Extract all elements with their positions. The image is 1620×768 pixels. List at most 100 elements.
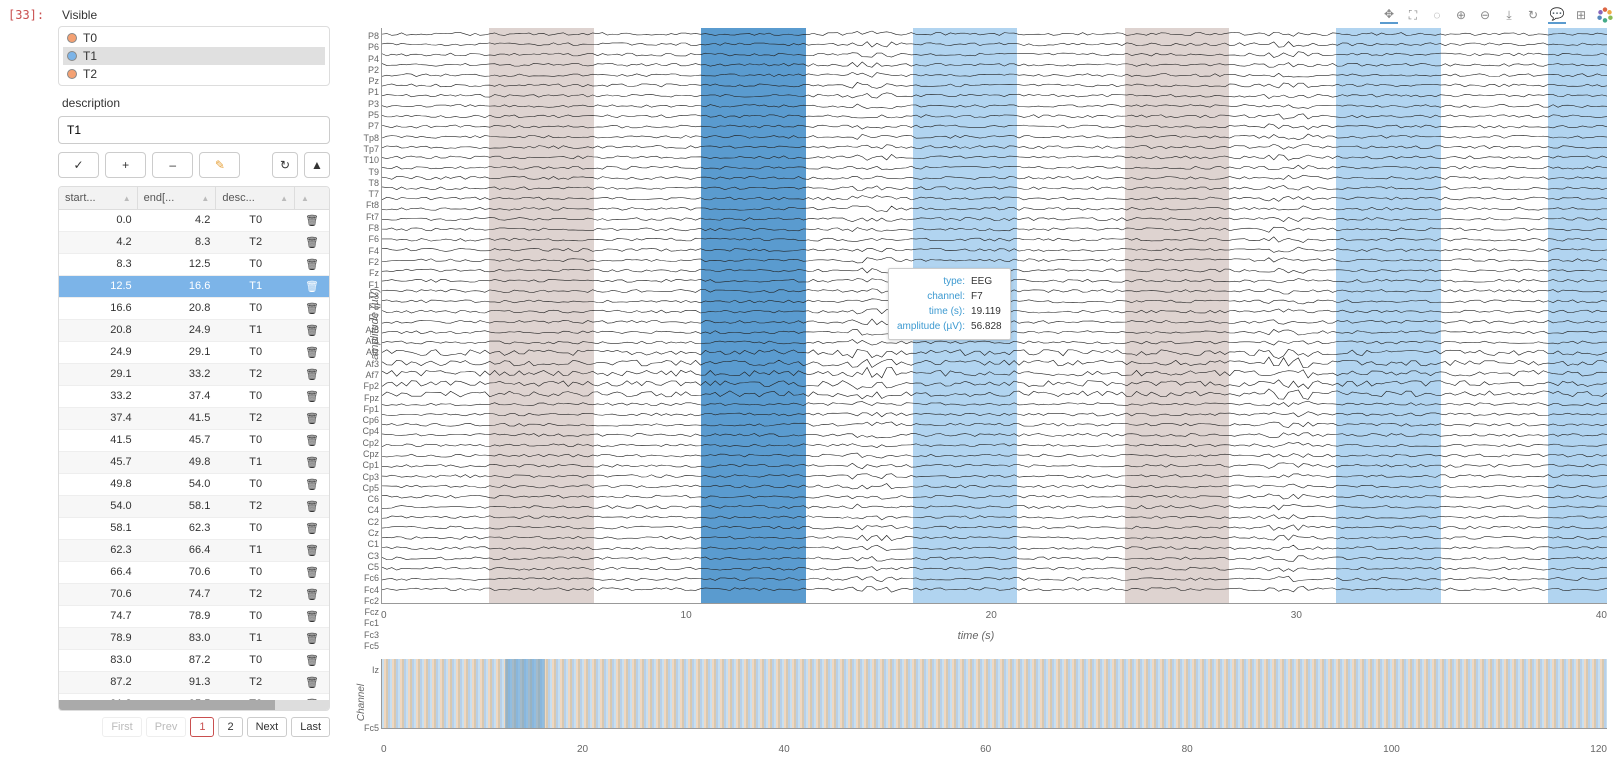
table-cell: 62.3 (138, 518, 217, 539)
legend-item-T1[interactable]: T1 (63, 47, 325, 65)
table-row[interactable]: 8.312.5T0🗑 (59, 254, 329, 276)
delete-icon[interactable]: 🗑 (295, 584, 329, 605)
table-cell: T0 (216, 606, 295, 627)
delete-icon[interactable]: 🗑 (295, 540, 329, 561)
table-row[interactable]: 20.824.9T1🗑 (59, 320, 329, 342)
edit-button[interactable]: ✎ (199, 152, 240, 178)
table-cell: 24.9 (59, 342, 138, 363)
table-row[interactable]: 78.983.0T1🗑 (59, 628, 329, 650)
delete-icon[interactable]: 🗑 (295, 232, 329, 253)
table-row[interactable]: 16.620.8T0🗑 (59, 298, 329, 320)
zoom-out-icon[interactable]: ⊖ (1476, 6, 1494, 24)
table-cell: 41.5 (59, 430, 138, 451)
table-row[interactable]: 54.058.1T2🗑 (59, 496, 329, 518)
table-row[interactable]: 33.237.4T0🗑 (59, 386, 329, 408)
crosshair-icon[interactable]: ⊞ (1572, 6, 1590, 24)
channel-label: Cp1 (345, 461, 379, 472)
pager-1[interactable]: 1 (190, 717, 214, 737)
delete-icon[interactable]: 🗑 (295, 628, 329, 649)
overview-area[interactable] (381, 659, 1607, 729)
delete-icon[interactable]: 🗑 (295, 496, 329, 517)
table-cell: 29.1 (59, 364, 138, 385)
table-cell: T2 (216, 408, 295, 429)
legend-item-T2[interactable]: T2 (63, 65, 325, 83)
delete-icon[interactable]: 🗑 (295, 210, 329, 231)
table-row[interactable]: 41.545.7T0🗑 (59, 430, 329, 452)
ov-x-tick: 0 (381, 744, 387, 758)
delete-icon[interactable]: 🗑 (295, 606, 329, 627)
rotate-button[interactable]: ↻ (272, 152, 298, 178)
table-cell: 16.6 (138, 276, 217, 297)
delete-icon[interactable]: 🗑 (295, 276, 329, 297)
table-row[interactable]: 58.162.3T0🗑 (59, 518, 329, 540)
col-end[interactable]: end[...▲ (138, 187, 217, 209)
pan-icon[interactable]: ✥ (1380, 6, 1398, 24)
y-axis-labels: P8P6P4P2PzP1P3P5P7Tp8Tp7T10T9T8T7Ft8Ft7F… (345, 32, 379, 602)
table-row[interactable]: 87.291.3T2🗑 (59, 672, 329, 694)
pager-2[interactable]: 2 (218, 717, 242, 737)
remove-button[interactable]: – (152, 152, 193, 178)
delete-icon[interactable]: 🗑 (295, 518, 329, 539)
overview-selection[interactable] (505, 659, 545, 728)
save-icon[interactable]: ⤓ (1500, 6, 1518, 24)
delete-icon[interactable]: 🗑 (295, 452, 329, 473)
table-row[interactable]: 83.087.2T0🗑 (59, 650, 329, 672)
table-row[interactable]: 37.441.5T2🗑 (59, 408, 329, 430)
table-row[interactable]: 62.366.4T1🗑 (59, 540, 329, 562)
main-plot[interactable]: amplitude (µV) P8P6P4P2PzP1P3P5P7Tp8Tp7T… (345, 28, 1607, 638)
scroll-thumb[interactable] (59, 700, 275, 710)
confirm-button[interactable]: ✓ (58, 152, 99, 178)
delete-icon[interactable]: 🗑 (295, 650, 329, 671)
table-row[interactable]: 49.854.0T0🗑 (59, 474, 329, 496)
table-row[interactable]: 4.28.3T2🗑 (59, 232, 329, 254)
legend-label: T2 (83, 67, 97, 81)
channel-label: P6 (345, 43, 379, 54)
delete-icon[interactable]: 🗑 (295, 342, 329, 363)
table-row[interactable]: 74.778.9T0🗑 (59, 606, 329, 628)
table-row[interactable]: 66.470.6T0🗑 (59, 562, 329, 584)
bokeh-logo-icon[interactable] (1596, 6, 1614, 24)
pager-last[interactable]: Last (291, 717, 330, 737)
overview-plot[interactable]: Channel Iz Fc5 020406080100120 (345, 655, 1607, 760)
delete-icon[interactable]: 🗑 (295, 474, 329, 495)
add-button[interactable]: + (105, 152, 146, 178)
box-zoom-icon[interactable]: ⛶ (1404, 6, 1422, 24)
delete-icon[interactable]: 🗑 (295, 430, 329, 451)
table-cell: 45.7 (138, 430, 217, 451)
delete-icon[interactable]: 🗑 (295, 298, 329, 319)
table-row[interactable]: 29.133.2T2🗑 (59, 364, 329, 386)
legend-item-T0[interactable]: T0 (63, 29, 325, 47)
pager-first[interactable]: First (102, 717, 141, 737)
button-row: ✓ + – ✎ ↻ ▲ (58, 152, 330, 178)
plot-toolbar: ✥ ⛶ ◌ ⊕ ⊖ ⤓ ↻ 💬 ⊞ (1380, 6, 1614, 24)
sort-icon: ▲ (123, 194, 131, 203)
channel-label: Fc6 (345, 574, 379, 585)
table-cell: T1 (216, 540, 295, 561)
col-desc[interactable]: desc...▲ (216, 187, 295, 209)
table-scrollbar[interactable] (59, 700, 329, 710)
hover-icon[interactable]: 💬 (1548, 6, 1566, 24)
delete-icon[interactable]: 🗑 (295, 364, 329, 385)
delete-icon[interactable]: 🗑 (295, 672, 329, 693)
delete-icon[interactable]: 🗑 (295, 386, 329, 407)
delete-icon[interactable]: 🗑 (295, 408, 329, 429)
table-row[interactable]: 0.04.2T0🗑 (59, 210, 329, 232)
plot-area[interactable]: type:EEG channel:F7 time (s):19.119 ampl… (381, 28, 1607, 604)
pager-next[interactable]: Next (247, 717, 288, 737)
pager-prev[interactable]: Prev (146, 717, 187, 737)
lasso-icon[interactable]: ◌ (1428, 6, 1446, 24)
delete-icon[interactable]: 🗑 (295, 562, 329, 583)
col-start[interactable]: start...▲ (59, 187, 138, 209)
table-row[interactable]: 24.929.1T0🗑 (59, 342, 329, 364)
description-input[interactable] (58, 116, 330, 144)
sort-icon: ▲ (201, 194, 209, 203)
table-row[interactable]: 12.516.6T1🗑 (59, 276, 329, 298)
table-row[interactable]: 70.674.7T2🗑 (59, 584, 329, 606)
delete-icon[interactable]: 🗑 (295, 320, 329, 341)
reset-icon[interactable]: ↻ (1524, 6, 1542, 24)
zoom-in-icon[interactable]: ⊕ (1452, 6, 1470, 24)
up-button[interactable]: ▲ (304, 152, 330, 178)
table-row[interactable]: 45.749.8T1🗑 (59, 452, 329, 474)
table-cell: 87.2 (138, 650, 217, 671)
delete-icon[interactable]: 🗑 (295, 254, 329, 275)
